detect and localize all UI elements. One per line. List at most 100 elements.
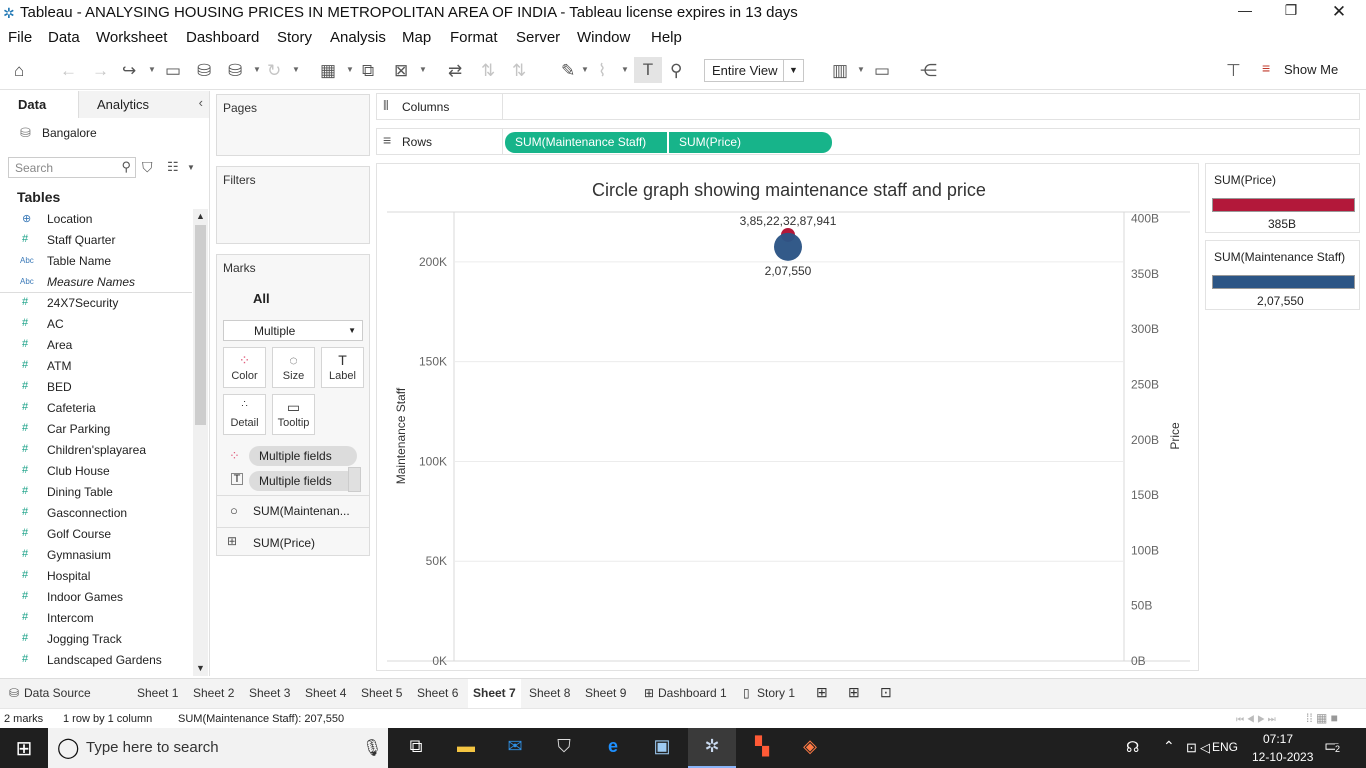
menu-dashboard[interactable]: Dashboard	[186, 29, 259, 46]
new-worksheet-icon[interactable]: ▦	[320, 61, 336, 81]
collapse-pane-icon[interactable]: ‹	[199, 95, 203, 110]
field-item[interactable]: # Cafeteria	[0, 398, 192, 419]
clock-time[interactable]: 07:17	[1263, 732, 1293, 746]
people-icon[interactable]: ☊	[1126, 738, 1139, 756]
volume-icon[interactable]: ◁	[1200, 740, 1210, 756]
scroll-down-icon[interactable]: ▼	[196, 663, 205, 673]
sheet-tab[interactable]: Sheet 3	[249, 686, 290, 700]
redo-icon[interactable]: →	[92, 61, 109, 81]
color-pill[interactable]: Multiple fields	[249, 446, 357, 466]
sort-descending-icon[interactable]: ⇅	[512, 61, 526, 81]
field-item[interactable]: Abc Table Name	[0, 251, 192, 272]
view-sorter-icons[interactable]: ⁞⁞ ▦ ■	[1306, 711, 1338, 725]
marks-all-tab[interactable]: All	[253, 291, 270, 306]
fix-axes-icon[interactable]: ⚲	[670, 61, 682, 81]
size-button[interactable]: ◌ Size	[272, 347, 315, 388]
field-item[interactable]: # Gasconnection	[0, 503, 192, 524]
sheet-tab[interactable]: Sheet 4	[305, 686, 346, 700]
field-item[interactable]: # Hospital	[0, 566, 192, 587]
windows-start-icon[interactable]: ⊞	[12, 736, 36, 760]
mail-icon[interactable]: ✉	[503, 736, 527, 760]
sheet-tab[interactable]: Sheet 7	[473, 686, 516, 700]
duplicate-sheet-icon[interactable]: ⧉	[362, 61, 374, 81]
control-panel-icon[interactable]: ▣	[650, 736, 674, 760]
paint-app-icon[interactable]: ◈	[798, 736, 822, 760]
legend-price[interactable]: SUM(Price) 385B	[1205, 163, 1360, 233]
sheet-tab[interactable]: Story 1	[757, 686, 795, 700]
datasource-name[interactable]: Bangalore	[42, 126, 97, 140]
clear-dropdown-icon[interactable]: ▼	[419, 65, 427, 74]
sheet-tab[interactable]: Sheet 5	[361, 686, 402, 700]
share-icon[interactable]: ⋲	[920, 61, 937, 81]
field-item[interactable]: # Dining Table	[0, 482, 192, 503]
marks-price-tab[interactable]: SUM(Price)	[253, 536, 315, 550]
menu-window[interactable]: Window	[577, 29, 630, 46]
maintenance-staff-mark[interactable]	[774, 232, 802, 261]
pause-dropdown-icon[interactable]: ▼	[253, 65, 261, 74]
field-item[interactable]: #24X7Security	[0, 293, 192, 314]
field-item[interactable]: # Landscaped Gardens	[0, 650, 192, 671]
menu-help[interactable]: Help	[651, 29, 682, 46]
sheet-tab[interactable]: Sheet 1	[137, 686, 178, 700]
menu-analysis[interactable]: Analysis	[330, 29, 386, 46]
field-list-scroll-thumb[interactable]	[195, 225, 206, 425]
clear-sheet-icon[interactable]: ⊠	[394, 61, 408, 81]
store-icon[interactable]: ⛉	[552, 736, 576, 760]
save-icon[interactable]: ▭	[165, 61, 181, 81]
microphone-icon[interactable]: 🎙	[362, 738, 382, 758]
group-members-icon[interactable]: ⌇	[598, 61, 606, 81]
field-item[interactable]: # Children'splayarea	[0, 440, 192, 461]
tab-analytics[interactable]: Analytics ‹	[78, 91, 209, 118]
network-icon[interactable]: ⊡	[1186, 740, 1197, 756]
label-pill[interactable]: Multiple fields	[249, 471, 357, 491]
field-item[interactable]: # Indoor Games	[0, 587, 192, 608]
color-button[interactable]: ⁘ Color	[223, 347, 266, 388]
show-cards-icon[interactable]: ▥	[832, 61, 848, 81]
filters-card[interactable]: Filters	[216, 166, 370, 244]
rows-pill-price[interactable]: SUM(Price)	[669, 132, 832, 153]
field-item[interactable]: # ATM	[0, 356, 192, 377]
field-item[interactable]: Abc Measure Names	[0, 272, 192, 293]
mark-type-dropdown[interactable]: Multiple ▼	[223, 320, 363, 341]
group-dropdown-icon[interactable]: ▼	[621, 65, 629, 74]
media-app-icon[interactable]: ▚	[750, 736, 774, 760]
pages-card[interactable]: Pages	[216, 94, 370, 156]
rows-pill-maintenance[interactable]: SUM(Maintenance Staff)	[505, 132, 667, 153]
taskbar-search[interactable]: ◯ Type here to search 🎙	[48, 728, 388, 768]
tray-chevron-icon[interactable]: ⌃	[1163, 738, 1175, 755]
field-item[interactable]: # Gymnasium	[0, 545, 192, 566]
edge-icon[interactable]: e	[601, 736, 625, 760]
field-item[interactable]: # Club House	[0, 461, 192, 482]
pause-updates-icon[interactable]: ⛁	[228, 61, 242, 81]
view-canvas[interactable]: Circle graph showing maintenance staff a…	[376, 163, 1199, 671]
file-explorer-icon[interactable]: ▬	[454, 736, 478, 760]
menu-worksheet[interactable]: Worksheet	[96, 29, 167, 46]
refresh-icon[interactable]: ↻	[267, 61, 281, 81]
presentation-mode-icon[interactable]: ▭	[874, 61, 890, 81]
sheet-nav-icon[interactable]: ⏮ ◀ ▶ ⏭	[1236, 714, 1276, 725]
search-input[interactable]: Search ⚲	[8, 157, 136, 178]
replay-icon[interactable]: ↪	[122, 61, 136, 81]
field-item[interactable]: # Car Parking	[0, 419, 192, 440]
field-item[interactable]: # Golf Course	[0, 524, 192, 545]
highlight-icon[interactable]: ✎	[561, 61, 575, 81]
menu-data[interactable]: Data	[48, 29, 80, 46]
pill-scrollbar[interactable]	[348, 467, 361, 492]
undo-icon[interactable]: ←	[60, 61, 77, 81]
scroll-up-icon[interactable]: ▲	[196, 211, 205, 221]
sheet-tab[interactable]: Sheet 6	[417, 686, 458, 700]
detail-button[interactable]: ∴ Detail	[223, 394, 266, 435]
menu-map[interactable]: Map	[402, 29, 431, 46]
marks-maintenance-tab[interactable]: SUM(Maintenan...	[253, 504, 350, 518]
highlight-dropdown-icon[interactable]: ▼	[581, 65, 589, 74]
rows-shelf[interactable]: ≡ Rows SUM(Maintenance Staff) SUM(Price)	[376, 128, 1360, 155]
clock-date[interactable]: 12-10-2023	[1252, 750, 1313, 764]
tab-data[interactable]: Data	[0, 91, 78, 118]
legend-maintenance[interactable]: SUM(Maintenance Staff) 2,07,550	[1205, 240, 1360, 310]
menu-server[interactable]: Server	[516, 29, 560, 46]
new-worksheet-tab-icon[interactable]: ⊞	[816, 684, 828, 701]
sheet-tab[interactable]: Sheet 8	[529, 686, 570, 700]
new-datasource-icon[interactable]: ⛁	[197, 61, 211, 81]
field-item[interactable]: # Jogging Track	[0, 629, 192, 650]
new-story-tab-icon[interactable]: ⊡	[880, 684, 892, 701]
